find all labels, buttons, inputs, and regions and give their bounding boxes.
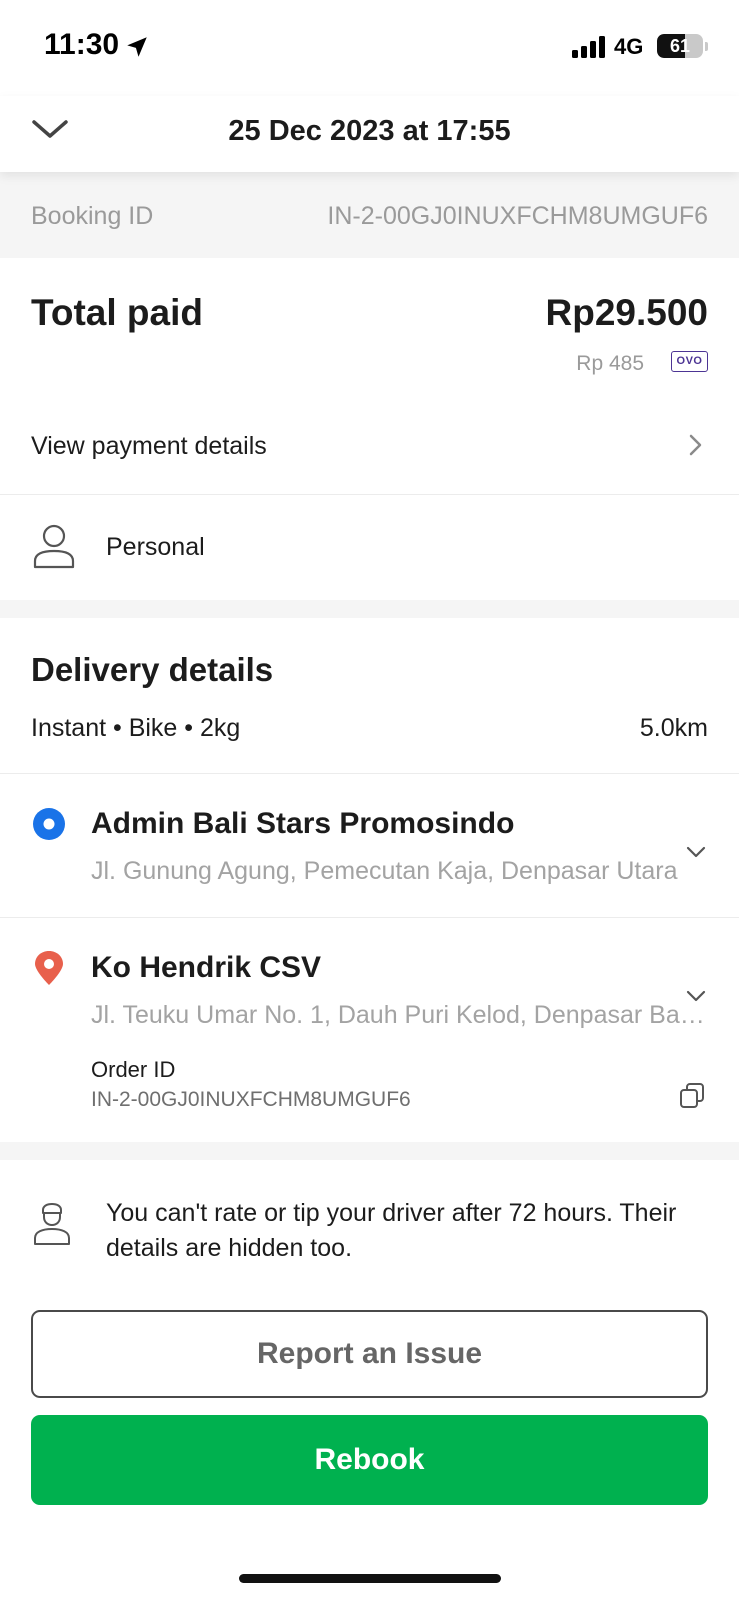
battery-cap bbox=[705, 42, 708, 51]
driver-notice: You can't rate or tip your driver after … bbox=[106, 1199, 677, 1262]
profile-row: Personal bbox=[0, 495, 739, 599]
status-bar: 11:30 4G 61 bbox=[0, 0, 739, 96]
chevron-down-icon[interactable] bbox=[684, 988, 708, 1004]
order-id-value: IN-2-00GJ0INUXFCHM8UMGUF6 bbox=[91, 1088, 411, 1111]
total-paid-label: Total paid bbox=[31, 292, 203, 333]
profile-label: Personal bbox=[106, 533, 205, 561]
view-payment-details-label: View payment details bbox=[31, 432, 267, 460]
page-title: 25 Dec 2023 at 17:55 bbox=[228, 115, 511, 147]
chevron-down-icon[interactable] bbox=[684, 844, 708, 860]
battery-icon: 61 bbox=[657, 34, 703, 58]
battery-percent: 61 bbox=[669, 36, 691, 56]
dropoff-name: Ko Hendrik CSV bbox=[91, 951, 322, 984]
home-indicator[interactable] bbox=[239, 1574, 501, 1583]
delivery-distance: 5.0km bbox=[639, 714, 708, 742]
location-arrow-icon bbox=[127, 37, 147, 57]
section-gap bbox=[0, 1142, 739, 1160]
view-payment-details-row[interactable]: View payment details bbox=[0, 404, 739, 494]
dropoff-stop[interactable]: Ko Hendrik CSV Jl. Teuku Umar No. 1, Dau… bbox=[0, 918, 739, 1042]
pickup-dot-icon bbox=[33, 808, 65, 840]
chevron-right-icon bbox=[689, 434, 702, 456]
booking-id-label: Booking ID bbox=[31, 202, 154, 230]
rebook-button[interactable]: Rebook bbox=[31, 1415, 708, 1505]
booking-id-value: IN-2-00GJ0INUXFCHM8UMGUF6 bbox=[327, 202, 708, 230]
status-time: 11:30 bbox=[44, 28, 120, 61]
map-pin-icon bbox=[35, 951, 63, 985]
wallet-badge: OVO bbox=[671, 351, 708, 372]
delivery-details-title: Delivery details bbox=[31, 651, 274, 688]
page-header: 25 Dec 2023 at 17:55 bbox=[0, 96, 739, 172]
cellular-signal-icon bbox=[572, 36, 605, 58]
pickup-stop[interactable]: Admin Bali Stars Promosindo Jl. Gunung A… bbox=[0, 774, 739, 917]
booking-id-row: Booking ID IN-2-00GJ0INUXFCHM8UMGUF6 bbox=[0, 172, 739, 258]
order-id-label: Order ID bbox=[91, 1057, 176, 1082]
network-type: 4G bbox=[614, 34, 644, 59]
delivery-type: Instant • Bike • 2kg bbox=[31, 714, 241, 742]
report-issue-button[interactable]: Report an Issue bbox=[31, 1310, 708, 1398]
dropoff-address: Jl. Teuku Umar No. 1, Dauh Puri Kelod, D… bbox=[91, 1001, 708, 1029]
copy-icon[interactable] bbox=[678, 1082, 706, 1110]
total-paid-amount: Rp29.500 bbox=[545, 292, 709, 333]
pickup-address: Jl. Gunung Agung, Pemecutan Kaja, Denpas… bbox=[91, 857, 678, 885]
wallet-amount: Rp 485 bbox=[576, 352, 644, 375]
person-icon bbox=[33, 524, 75, 569]
pickup-name: Admin Bali Stars Promosindo bbox=[91, 807, 515, 840]
section-gap bbox=[0, 600, 739, 618]
driver-icon bbox=[34, 1203, 70, 1245]
